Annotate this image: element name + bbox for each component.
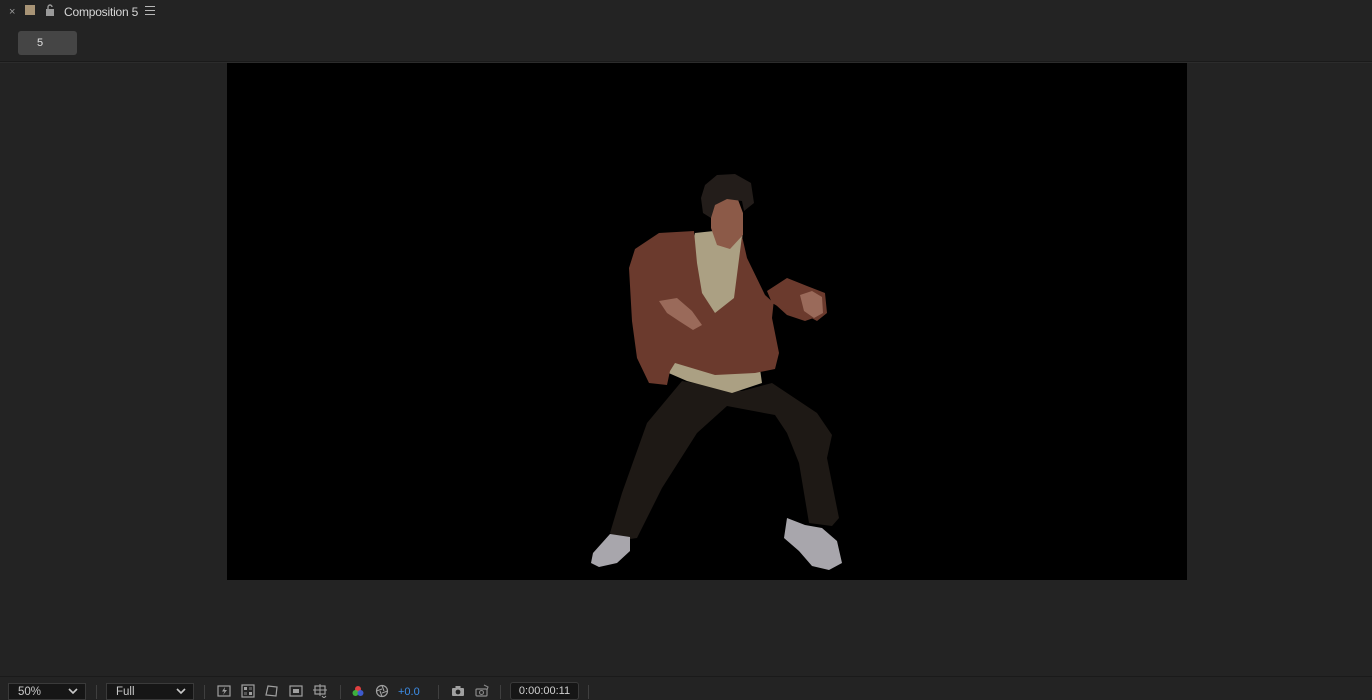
guides-icon[interactable] <box>313 684 327 698</box>
color-swatch-icon[interactable] <box>25 5 35 15</box>
footer-separator <box>340 685 341 699</box>
hamburger-menu-icon[interactable] <box>145 6 155 16</box>
region-of-interest-icon[interactable] <box>289 684 303 698</box>
footer-separator <box>588 685 589 699</box>
close-icon[interactable]: × <box>9 5 15 19</box>
resolution-dropdown[interactable]: Full <box>106 683 194 700</box>
composition-tab-title[interactable]: Composition 5 <box>64 5 138 19</box>
chevron-down-icon <box>68 688 78 695</box>
reset-exposure-icon[interactable] <box>375 684 389 698</box>
exposure-value[interactable]: +0.0 <box>398 686 420 698</box>
dancer-silhouette-image <box>591 174 842 570</box>
snapshot-icon[interactable] <box>451 684 465 698</box>
composition-flowchart-button[interactable]: 5 <box>18 31 77 55</box>
viewer-tab-bar: × Composition 5 <box>0 0 1372 24</box>
transparency-grid-icon[interactable] <box>241 684 255 698</box>
footer-separator <box>96 685 97 699</box>
fast-previews-icon[interactable] <box>217 684 231 698</box>
chevron-down-icon <box>176 688 186 695</box>
mask-path-icon[interactable] <box>265 684 279 698</box>
channel-icon[interactable] <box>351 684 365 698</box>
footer-separator <box>438 685 439 699</box>
composition-viewer-canvas[interactable] <box>227 63 1187 580</box>
footer-separator <box>204 685 205 699</box>
resolution-value: Full <box>116 686 135 698</box>
viewer-footer <box>0 677 1372 700</box>
lock-icon[interactable] <box>45 4 55 16</box>
current-time-display[interactable]: 0:00:00:11 <box>510 682 579 700</box>
footer-separator <box>500 685 501 699</box>
show-snapshot-icon[interactable] <box>475 684 489 698</box>
magnification-value: 50% <box>18 686 42 698</box>
magnification-dropdown[interactable]: 50% <box>8 683 86 700</box>
